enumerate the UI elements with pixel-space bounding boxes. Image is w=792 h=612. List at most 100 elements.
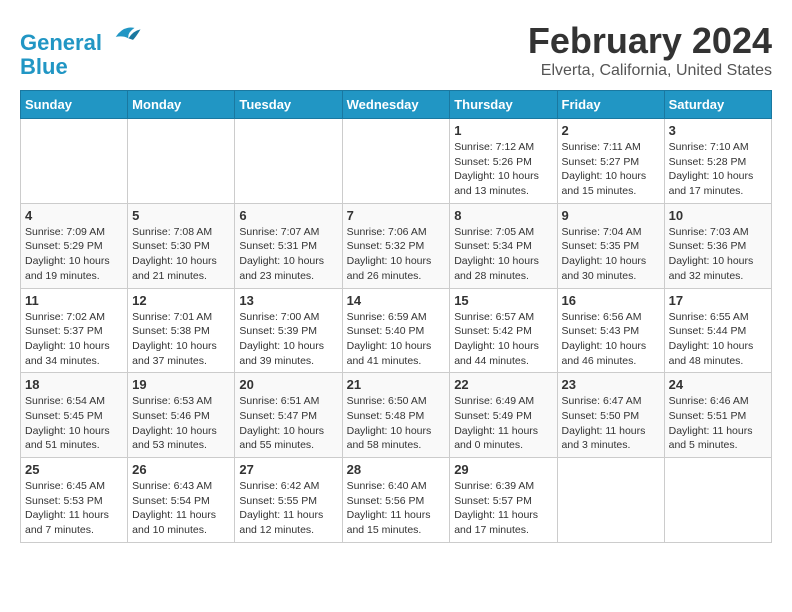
day-info: Sunrise: 6:49 AM Sunset: 5:49 PM Dayligh… [454,394,552,453]
header-friday: Friday [557,91,664,119]
header-thursday: Thursday [450,91,557,119]
month-title: February 2024 [528,20,772,62]
calendar-cell: 5 Sunrise: 7:08 AM Sunset: 5:30 PM Daylig… [128,203,235,288]
day-number: 14 [347,293,446,308]
calendar-table: SundayMondayTuesdayWednesdayThursdayFrid… [20,90,772,543]
day-number: 4 [25,208,123,223]
calendar-cell: 26Sunrise: 6:43 AM Sunset: 5:54 PM Dayli… [128,458,235,543]
day-info: Sunrise: 7:00 AM Sunset: 5:39 PM Dayligh… [239,310,337,369]
calendar-cell: 21 Sunrise: 6:50 AM Sunset: 5:48 PM Dayli… [342,373,450,458]
day-number: 13 [239,293,337,308]
calendar-cell: 1 Sunrise: 7:12 AM Sunset: 5:26 PM Daylig… [450,119,557,204]
calendar-cell: 29 Sunrise: 6:39 AM Sunset: 5:57 PM Dayli… [450,458,557,543]
day-number: 5 [132,208,230,223]
calendar-cell: 20 Sunrise: 6:51 AM Sunset: 5:47 PM Dayli… [235,373,342,458]
day-number: 27 [239,462,337,477]
calendar-week-row: 11 Sunrise: 7:02 AM Sunset: 5:37 PM Dayli… [21,288,772,373]
day-number: 3 [669,123,767,138]
logo-text-blue: Blue [20,55,142,79]
calendar-header-row: SundayMondayTuesdayWednesdayThursdayFrid… [21,91,772,119]
day-info: Sunrise: 6:55 AM Sunset: 5:44 PM Dayligh… [669,310,767,369]
calendar-cell: 3 Sunrise: 7:10 AM Sunset: 5:28 PM Daylig… [664,119,771,204]
day-number: 1 [454,123,552,138]
day-number: 6 [239,208,337,223]
day-info: Sunrise: 7:08 AM Sunset: 5:30 PM Dayligh… [132,225,230,284]
calendar-cell: 18Sunrise: 6:54 AM Sunset: 5:45 PM Dayli… [21,373,128,458]
day-info: Sunrise: 6:43 AM Sunset: 5:54 PM Dayligh… [132,479,230,538]
calendar-week-row: 4 Sunrise: 7:09 AM Sunset: 5:29 PM Daylig… [21,203,772,288]
day-info: Sunrise: 6:57 AM Sunset: 5:42 PM Dayligh… [454,310,552,369]
calendar-cell: 8 Sunrise: 7:05 AM Sunset: 5:34 PM Daylig… [450,203,557,288]
calendar-cell: 27Sunrise: 6:42 AM Sunset: 5:55 PM Dayli… [235,458,342,543]
day-info: Sunrise: 6:40 AM Sunset: 5:56 PM Dayligh… [347,479,446,538]
calendar-cell: 9 Sunrise: 7:04 AM Sunset: 5:35 PM Daylig… [557,203,664,288]
day-info: Sunrise: 6:39 AM Sunset: 5:57 PM Dayligh… [454,479,552,538]
calendar-cell: 23 Sunrise: 6:47 AM Sunset: 5:50 PM Dayli… [557,373,664,458]
day-info: Sunrise: 7:09 AM Sunset: 5:29 PM Dayligh… [25,225,123,284]
day-number: 15 [454,293,552,308]
logo-text: General [20,20,142,55]
day-number: 21 [347,377,446,392]
day-number: 11 [25,293,123,308]
calendar-cell: 7 Sunrise: 7:06 AM Sunset: 5:32 PM Daylig… [342,203,450,288]
day-info: Sunrise: 7:12 AM Sunset: 5:26 PM Dayligh… [454,140,552,199]
calendar-cell: 10Sunrise: 7:03 AM Sunset: 5:36 PM Dayli… [664,203,771,288]
day-number: 7 [347,208,446,223]
header-sunday: Sunday [21,91,128,119]
calendar-cell: 25Sunrise: 6:45 AM Sunset: 5:53 PM Dayli… [21,458,128,543]
calendar-cell [664,458,771,543]
day-info: Sunrise: 6:56 AM Sunset: 5:43 PM Dayligh… [562,310,660,369]
day-info: Sunrise: 7:07 AM Sunset: 5:31 PM Dayligh… [239,225,337,284]
day-info: Sunrise: 7:06 AM Sunset: 5:32 PM Dayligh… [347,225,446,284]
day-info: Sunrise: 7:04 AM Sunset: 5:35 PM Dayligh… [562,225,660,284]
day-info: Sunrise: 6:50 AM Sunset: 5:48 PM Dayligh… [347,394,446,453]
day-number: 20 [239,377,337,392]
day-info: Sunrise: 7:02 AM Sunset: 5:37 PM Dayligh… [25,310,123,369]
logo: General Blue [20,20,142,79]
calendar-cell: 4 Sunrise: 7:09 AM Sunset: 5:29 PM Daylig… [21,203,128,288]
header-saturday: Saturday [664,91,771,119]
day-info: Sunrise: 6:47 AM Sunset: 5:50 PM Dayligh… [562,394,660,453]
calendar-cell: 17Sunrise: 6:55 AM Sunset: 5:44 PM Dayli… [664,288,771,373]
day-number: 9 [562,208,660,223]
calendar-cell: 19Sunrise: 6:53 AM Sunset: 5:46 PM Dayli… [128,373,235,458]
calendar-cell [235,119,342,204]
day-number: 19 [132,377,230,392]
day-info: Sunrise: 6:46 AM Sunset: 5:51 PM Dayligh… [669,394,767,453]
calendar-week-row: 18Sunrise: 6:54 AM Sunset: 5:45 PM Dayli… [21,373,772,458]
day-info: Sunrise: 6:54 AM Sunset: 5:45 PM Dayligh… [25,394,123,453]
day-info: Sunrise: 6:51 AM Sunset: 5:47 PM Dayligh… [239,394,337,453]
calendar-cell: 22 Sunrise: 6:49 AM Sunset: 5:49 PM Dayli… [450,373,557,458]
day-number: 8 [454,208,552,223]
day-number: 16 [562,293,660,308]
calendar-cell: 14Sunrise: 6:59 AM Sunset: 5:40 PM Dayli… [342,288,450,373]
calendar-cell [557,458,664,543]
location-subtitle: Elverta, California, United States [528,62,772,80]
title-block: February 2024 Elverta, California, Unite… [528,20,772,80]
calendar-week-row: 25Sunrise: 6:45 AM Sunset: 5:53 PM Dayli… [21,458,772,543]
day-number: 29 [454,462,552,477]
calendar-cell: 15 Sunrise: 6:57 AM Sunset: 5:42 PM Dayli… [450,288,557,373]
logo-bird-icon [112,20,142,50]
calendar-cell: 11 Sunrise: 7:02 AM Sunset: 5:37 PM Dayli… [21,288,128,373]
day-number: 25 [25,462,123,477]
calendar-cell [342,119,450,204]
day-info: Sunrise: 7:11 AM Sunset: 5:27 PM Dayligh… [562,140,660,199]
day-info: Sunrise: 7:01 AM Sunset: 5:38 PM Dayligh… [132,310,230,369]
calendar-cell [21,119,128,204]
calendar-week-row: 1 Sunrise: 7:12 AM Sunset: 5:26 PM Daylig… [21,119,772,204]
day-info: Sunrise: 7:10 AM Sunset: 5:28 PM Dayligh… [669,140,767,199]
calendar-cell: 6 Sunrise: 7:07 AM Sunset: 5:31 PM Daylig… [235,203,342,288]
day-number: 10 [669,208,767,223]
day-number: 2 [562,123,660,138]
header-monday: Monday [128,91,235,119]
header-wednesday: Wednesday [342,91,450,119]
day-number: 24 [669,377,767,392]
day-number: 22 [454,377,552,392]
day-info: Sunrise: 7:05 AM Sunset: 5:34 PM Dayligh… [454,225,552,284]
day-number: 12 [132,293,230,308]
header-tuesday: Tuesday [235,91,342,119]
day-number: 23 [562,377,660,392]
calendar-cell: 16 Sunrise: 6:56 AM Sunset: 5:43 PM Dayli… [557,288,664,373]
calendar-cell [128,119,235,204]
